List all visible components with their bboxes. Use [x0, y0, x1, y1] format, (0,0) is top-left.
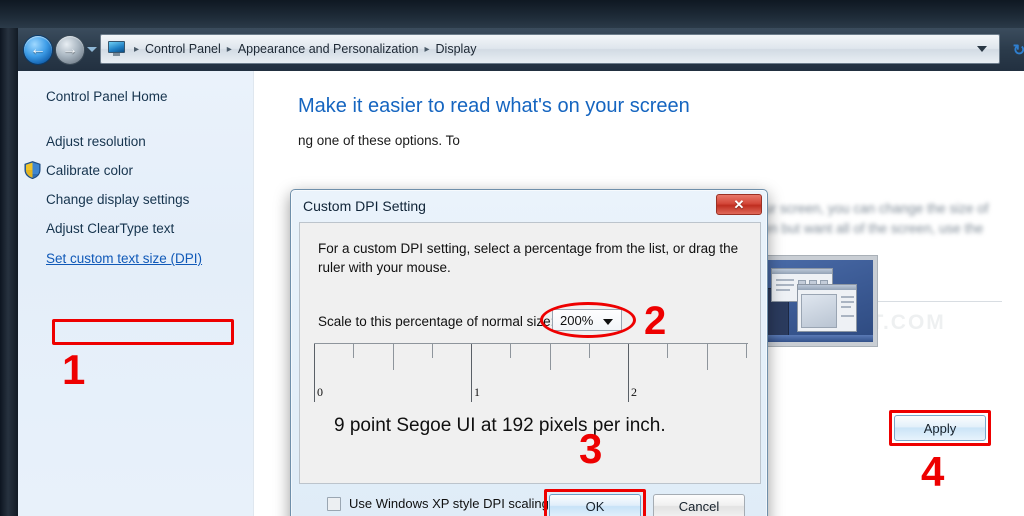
- refresh-icon: ↻: [1012, 42, 1024, 59]
- page-title: Make it easier to read what's on your sc…: [298, 95, 690, 117]
- sidebar-item-calibrate-color[interactable]: Calibrate color: [46, 163, 133, 178]
- cancel-button[interactable]: Cancel: [653, 494, 745, 516]
- ruler-label-1: 1: [474, 385, 480, 399]
- ruler-label-2: 2: [631, 385, 637, 399]
- breadcrumb-display[interactable]: Display: [433, 42, 480, 56]
- ruler-label-0: 0: [317, 385, 323, 399]
- close-icon: ✕: [733, 196, 745, 212]
- ruler-tick-major: [628, 344, 629, 402]
- ruler-tick-quarter: [746, 344, 747, 358]
- dialog-footer: Use Windows XP style DPI scaling OK Canc…: [291, 428, 767, 516]
- ruler-tick-quarter: [667, 344, 668, 358]
- annotation-number-2: 2: [644, 299, 667, 343]
- preview-taskbar: [763, 335, 873, 342]
- back-arrow-icon: ←: [30, 41, 46, 58]
- control-panel-window: ← → ▸ Control Panel ▸ Appearance and Per…: [0, 0, 1024, 516]
- window-frame-left: [0, 0, 18, 516]
- ruler-tick-major: [314, 344, 315, 402]
- sidebar-item-set-custom-text-size-dpi[interactable]: Set custom text size (DPI): [46, 251, 202, 266]
- ruler-tick-major: [471, 344, 472, 402]
- refresh-button[interactable]: ↻: [1008, 40, 1024, 60]
- annotation-highlight-box-step3: [544, 489, 646, 516]
- breadcrumb-control-panel[interactable]: Control Panel: [142, 42, 224, 56]
- sidebar-item-change-display-settings[interactable]: Change display settings: [46, 192, 189, 207]
- content-area: Control Panel Home Adjust resolution Cal…: [18, 71, 1024, 516]
- ruler-tick-half: [393, 344, 394, 370]
- ruler-tick-half: [550, 344, 551, 370]
- ruler-tick-quarter: [510, 344, 511, 358]
- forward-button[interactable]: →: [56, 36, 84, 64]
- back-button[interactable]: ←: [24, 36, 52, 64]
- breadcrumb-separator: ▸: [134, 43, 140, 55]
- dialog-instructions: For a custom DPI setting, select a perce…: [318, 241, 739, 275]
- ruler-tick-quarter: [432, 344, 433, 358]
- dialog-titlebar[interactable]: Custom DPI Setting ✕: [291, 190, 767, 222]
- dialog-title: Custom DPI Setting: [303, 198, 426, 214]
- xp-scaling-checkbox-row[interactable]: Use Windows XP style DPI scaling: [327, 496, 549, 511]
- breadcrumb-separator: ▸: [424, 43, 430, 55]
- annotation-highlight-box-step1: [52, 319, 234, 345]
- breadcrumb-appearance-and-personalization[interactable]: Appearance and Personalization: [235, 42, 422, 56]
- forward-arrow-icon: →: [62, 41, 78, 58]
- display-preview-thumbnail: [758, 255, 878, 347]
- annotation-highlight-ellipse-step2: [540, 302, 636, 338]
- page-body-text-tail: ng one of these options. To: [298, 133, 460, 148]
- custom-dpi-setting-dialog: Custom DPI Setting ✕ For a custom DPI se…: [290, 189, 768, 516]
- sidebar-item-adjust-cleartype-text[interactable]: Adjust ClearType text: [46, 221, 174, 236]
- uac-shield-icon: [24, 161, 41, 179]
- dpi-ruler[interactable]: 0 1 2: [314, 343, 748, 402]
- sidebar-item-control-panel-home[interactable]: Control Panel Home: [46, 89, 168, 104]
- ruler-tick-quarter: [589, 344, 590, 358]
- ruler-tick-half: [707, 344, 708, 370]
- recent-pages-chevron-down-icon[interactable]: [87, 47, 97, 52]
- sidebar-item-adjust-resolution[interactable]: Adjust resolution: [46, 134, 146, 149]
- annotation-number-4: 4: [921, 448, 945, 495]
- annotation-number-1: 1: [62, 346, 86, 393]
- preview-window-front: [797, 284, 857, 332]
- close-button[interactable]: ✕: [716, 194, 762, 215]
- scale-percentage-label: Scale to this percentage of normal size:: [318, 314, 555, 329]
- annotation-highlight-box-step4: [889, 410, 991, 446]
- ruler-tick-quarter: [353, 344, 354, 358]
- xp-scaling-checkbox[interactable]: [327, 496, 341, 511]
- xp-scaling-label: Use Windows XP style DPI scaling: [349, 496, 549, 511]
- address-bar[interactable]: ▸ Control Panel ▸ Appearance and Persona…: [100, 34, 1000, 64]
- display-monitor-icon: [107, 41, 127, 57]
- window-frame-top: [0, 0, 1024, 28]
- navigation-bar: ← → ▸ Control Panel ▸ Appearance and Per…: [18, 28, 1024, 71]
- sample-text-preview: 9 point Segoe UI at 192 pixels per inch.: [334, 415, 666, 436]
- address-bar-chevron-down-icon[interactable]: [977, 46, 987, 52]
- breadcrumb-separator: ▸: [226, 43, 232, 55]
- annotation-number-3: 3: [579, 425, 603, 472]
- dialog-body: For a custom DPI setting, select a perce…: [299, 222, 761, 484]
- sidebar: Control Panel Home Adjust resolution Cal…: [18, 71, 254, 516]
